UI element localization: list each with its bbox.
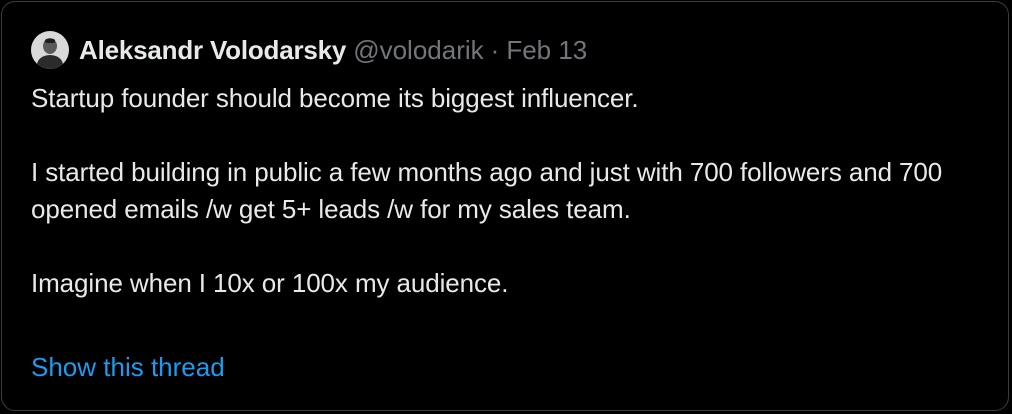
tweet-paragraph: Startup founder should become its bigges… [31,83,639,113]
tweet-card[interactable]: Aleksandr Volodarsky @volodarik · Feb 13… [1,1,1009,411]
tweet-paragraph: I started building in public a few month… [31,157,943,224]
tweet-body: Startup founder should become its bigges… [31,80,981,302]
show-thread-link[interactable]: Show this thread [31,352,225,383]
header-separator: · [490,34,500,65]
tweet-paragraph: Imagine when I 10x or 100x my audience. [31,268,509,298]
author-handle[interactable]: @volodarik [353,35,483,66]
author-display-name[interactable]: Aleksandr Volodarsky [79,35,346,66]
tweet-date[interactable]: Feb 13 [506,35,587,66]
tweet-header: Aleksandr Volodarsky @volodarik · Feb 13 [31,30,587,70]
user-avatar-icon[interactable] [31,31,69,69]
